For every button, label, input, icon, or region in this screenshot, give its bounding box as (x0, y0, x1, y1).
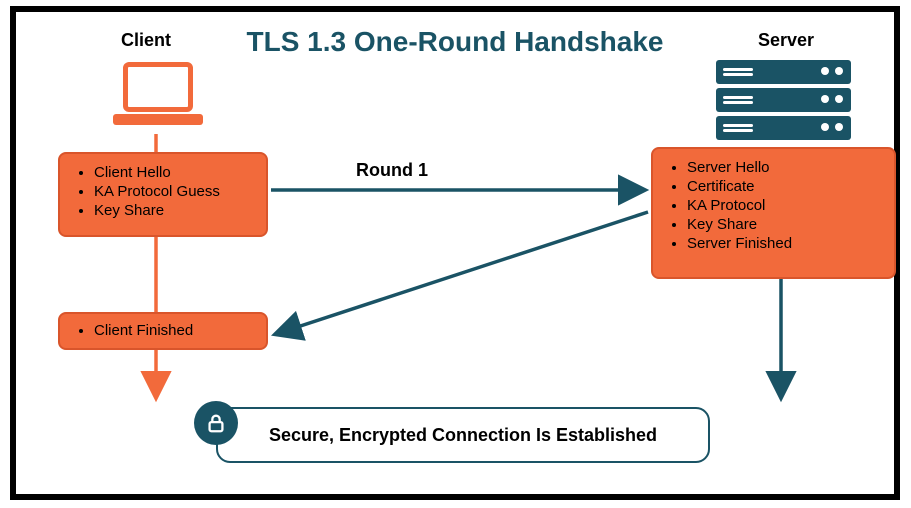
secure-connection-box: Secure, Encrypted Connection Is Establis… (216, 407, 710, 463)
server-stack-icon (716, 60, 851, 144)
client-step2-box: Client Finished (58, 312, 268, 350)
server-step-item: Server Finished (687, 235, 880, 252)
client-step1-box: Client Hello KA Protocol Guess Key Share (58, 152, 268, 237)
client-step1-item: Key Share (94, 202, 252, 219)
client-step1-item: KA Protocol Guess (94, 183, 252, 200)
secure-connection-text: Secure, Encrypted Connection Is Establis… (269, 425, 657, 446)
server-step-item: KA Protocol (687, 197, 880, 214)
round-label: Round 1 (356, 160, 428, 181)
client-column-label: Client (121, 30, 171, 51)
server-step-item: Server Hello (687, 159, 880, 176)
server-column-label: Server (758, 30, 814, 51)
server-step-box: Server Hello Certificate KA Protocol Key… (651, 147, 896, 279)
arrow-server-to-client (276, 212, 648, 334)
client-step2-item: Client Finished (94, 322, 252, 339)
diagram-frame: TLS 1.3 One-Round Handshake Client Serve… (10, 6, 900, 500)
server-step-item: Key Share (687, 216, 880, 233)
lock-icon (194, 401, 238, 445)
client-step1-item: Client Hello (94, 164, 252, 181)
server-step-item: Certificate (687, 178, 880, 195)
client-laptop-icon (113, 62, 203, 134)
